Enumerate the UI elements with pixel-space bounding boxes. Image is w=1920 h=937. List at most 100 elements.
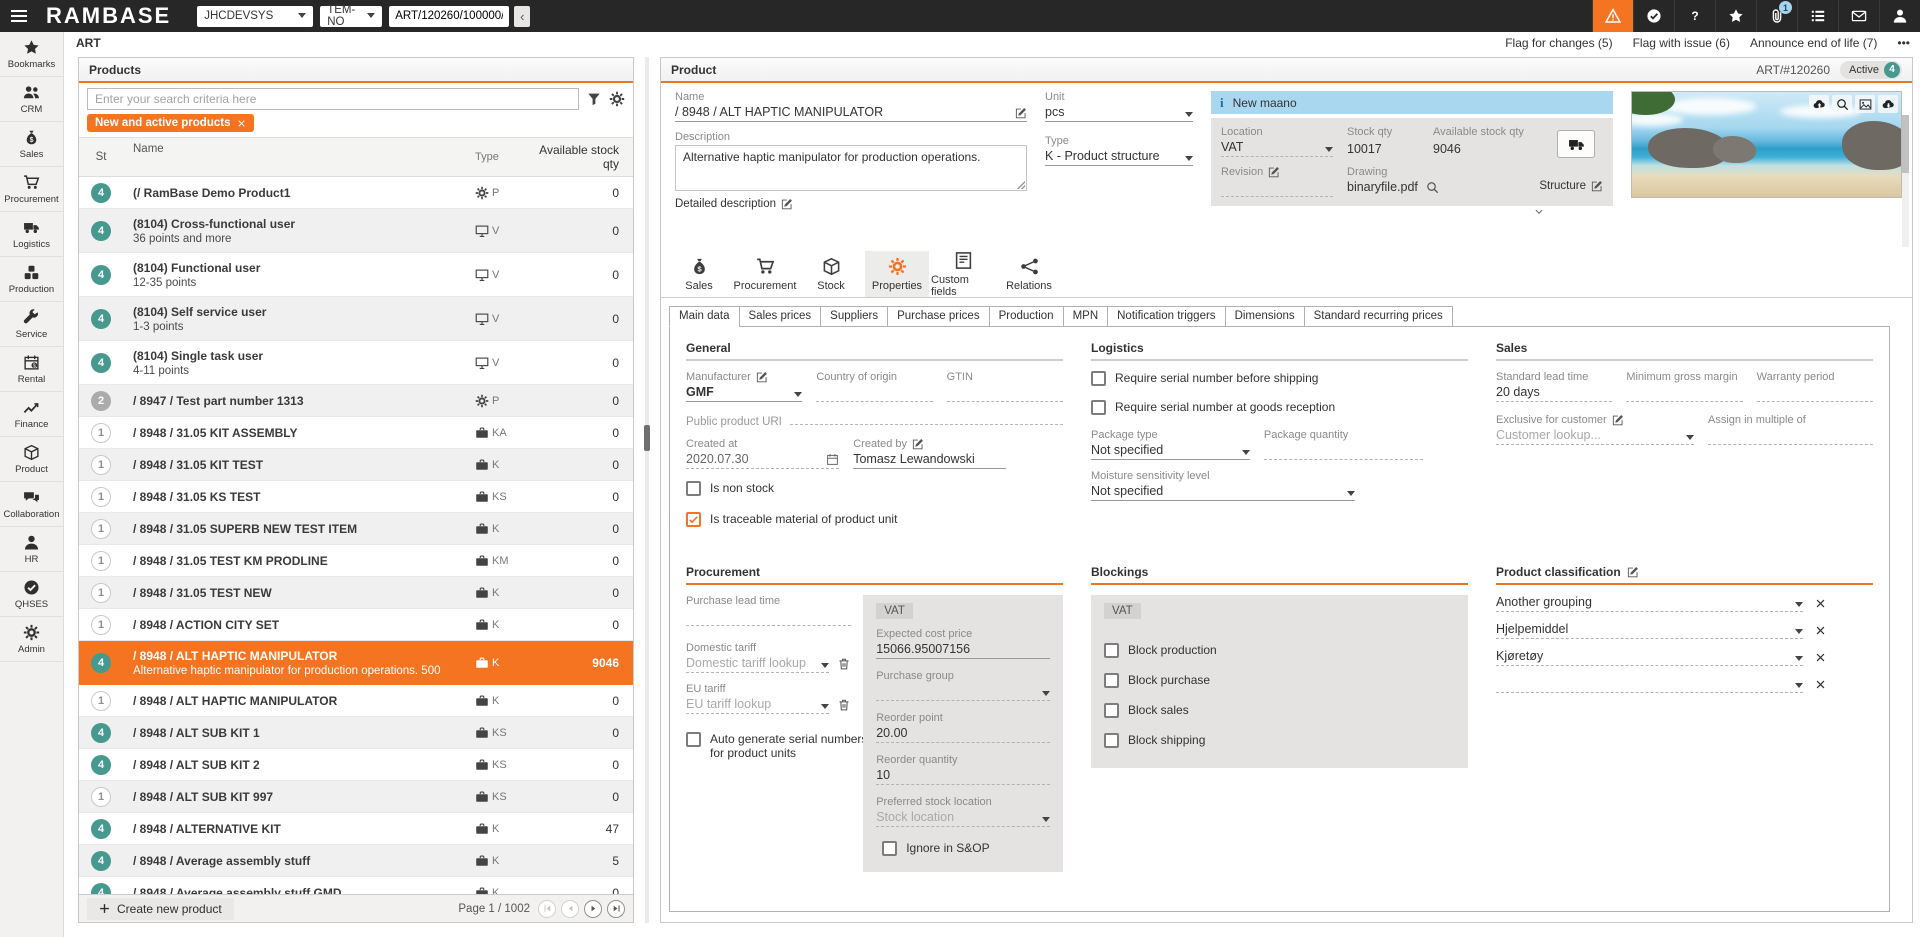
table-row[interactable]: 4/ 8948 / Average assembly stuffK5 [79, 845, 633, 877]
table-row[interactable]: 1/ 8948 / 31.05 TEST KM PRODLINEKM0 [79, 545, 633, 577]
unit-select[interactable]: pcs [1045, 105, 1193, 122]
search-icon[interactable] [1426, 181, 1439, 194]
description-input[interactable]: Alternative haptic manipulator for produ… [675, 145, 1027, 191]
table-row[interactable]: 4(/ RamBase Demo Product1P0 [79, 177, 633, 209]
table-row[interactable]: 1/ 8948 / ALT HAPTIC MANIPULATORK0 [79, 685, 633, 717]
table-row[interactable]: 4(8104) Single task user4-11 pointsV0 [79, 341, 633, 385]
package-quantity-field[interactable] [1264, 443, 1423, 460]
structure-link[interactable]: Structure [1539, 180, 1603, 192]
gtin-field[interactable] [947, 385, 1063, 402]
edit-icon[interactable] [1015, 107, 1027, 119]
subtab-mpn[interactable]: MPN [1063, 306, 1109, 327]
table-row[interactable]: 1/ 8948 / ALT SUB KIT 997KS0 [79, 781, 633, 813]
image-button[interactable] [1855, 95, 1875, 113]
subtab-standard-recurring-prices[interactable]: Standard recurring prices [1304, 306, 1453, 327]
sidebar-item-logistics[interactable]: Logistics [0, 212, 63, 257]
checkbox[interactable] [882, 841, 897, 856]
back-button[interactable]: ‹ [514, 6, 530, 27]
edit-icon[interactable] [1612, 414, 1624, 426]
tab-stock[interactable]: Stock [799, 251, 863, 297]
sidebar-item-qhses[interactable]: QHSES [0, 572, 63, 617]
table-row[interactable]: 1/ 8948 / 31.05 KS TESTKS0 [79, 481, 633, 513]
table-row[interactable]: 1/ 8948 / 31.05 TEST NEWK0 [79, 577, 633, 609]
subtab-purchase-prices[interactable]: Purchase prices [887, 306, 989, 327]
sidebar-item-product[interactable]: Product [0, 437, 63, 482]
checkbox[interactable] [1104, 703, 1119, 718]
resize-grip[interactable] [1017, 181, 1025, 189]
location-select[interactable]: VAT [1221, 140, 1333, 157]
checkbox[interactable] [1091, 371, 1106, 386]
minimum-gross-margin-field[interactable] [1626, 385, 1742, 402]
checkbox[interactable] [1104, 733, 1119, 748]
tab-relations[interactable]: Relations [997, 251, 1061, 297]
is-non-stock-checkbox[interactable]: Is non stock [686, 481, 1063, 496]
tab-sales[interactable]: $Sales [667, 251, 731, 297]
address-input[interactable] [389, 6, 509, 27]
subtab-suppliers[interactable]: Suppliers [820, 306, 888, 327]
check-circle-icon[interactable] [1633, 0, 1674, 32]
remove-icon[interactable] [1815, 625, 1826, 636]
header-action[interactable]: Flag with issue (6) [1633, 36, 1730, 50]
star-icon[interactable] [1715, 0, 1756, 32]
system-select[interactable]: JHCDEVSYS [197, 6, 313, 27]
sidebar-item-bookmarks[interactable]: Bookmarks [0, 32, 63, 77]
gear-icon[interactable] [609, 91, 625, 107]
classification-select[interactable] [1496, 676, 1803, 693]
table-row[interactable]: 4/ 8948 / ALT SUB KIT 2KS0 [79, 749, 633, 781]
table-row[interactable]: 4/ 8948 / Average assembly stuff GMDK0 [79, 877, 633, 894]
paperclip-icon[interactable]: 1 [1756, 0, 1797, 32]
purchase-group-select[interactable] [876, 684, 1050, 701]
assign-in-multiple-of-field[interactable] [1708, 428, 1873, 445]
cloud-down-button[interactable] [1878, 95, 1898, 113]
table-row[interactable]: 1/ 8948 / 31.05 SUPERB NEW TEST ITEMK0 [79, 513, 633, 545]
help-icon[interactable]: ? [1674, 0, 1715, 32]
table-row[interactable]: 2/ 8947 / Test part number 1313P0 [79, 385, 633, 417]
auto-generate-serials-checkbox[interactable]: Auto generate serial numbers for product… [686, 732, 876, 760]
moisture-level-select[interactable]: Not specified [1091, 484, 1355, 501]
preferred-stock-location-select[interactable]: Stock location [876, 810, 1050, 827]
user-icon[interactable] [1879, 0, 1920, 32]
sidebar-item-service[interactable]: Service [0, 302, 63, 347]
subtab-main-data[interactable]: Main data [669, 306, 740, 327]
block-sales-checkbox[interactable]: Block sales [1104, 703, 1455, 718]
block-purchase-checkbox[interactable]: Block purchase [1104, 673, 1455, 688]
tab-properties[interactable]: Properties [865, 251, 929, 297]
table-row[interactable]: 4(8104) Functional user12-35 pointsV0 [79, 253, 633, 297]
checkbox-checked[interactable] [686, 512, 701, 527]
eu-tariff-lookup[interactable]: EU tariff lookup [686, 697, 829, 714]
table-row[interactable]: 4/ 8948 / ALT HAPTIC MANIPULATORAlternat… [79, 641, 633, 685]
trash-icon[interactable] [837, 698, 851, 712]
sidebar-item-finance[interactable]: Finance [0, 392, 63, 437]
standard-lead-time-field[interactable]: 20 days [1496, 385, 1612, 402]
remove-icon[interactable] [1815, 652, 1826, 663]
sidebar-item-sales[interactable]: $Sales [0, 122, 63, 167]
subtab-production[interactable]: Production [989, 306, 1064, 327]
subtab-notification-triggers[interactable]: Notification triggers [1107, 306, 1225, 327]
sidebar-item-collaboration[interactable]: Collaboration [0, 482, 63, 527]
package-type-select[interactable]: Not specified [1091, 443, 1250, 460]
edit-icon[interactable] [1627, 566, 1639, 578]
cloud-up-button[interactable] [1809, 95, 1829, 113]
reorder-point-field[interactable]: 20.00 [876, 726, 1050, 743]
classification-select[interactable]: Hjelpemiddel [1496, 622, 1803, 639]
remove-icon[interactable] [1815, 679, 1826, 690]
header-action[interactable]: Announce end of life (7) [1750, 36, 1877, 50]
serial-before-shipping-checkbox[interactable]: Require serial number before shipping [1091, 371, 1468, 386]
close-icon[interactable] [237, 119, 246, 128]
filter-icon[interactable] [587, 92, 601, 106]
exclusive-for-customer-lookup[interactable]: Customer lookup... [1496, 428, 1694, 445]
domestic-tariff-lookup[interactable]: Domestic tariff lookup [686, 656, 829, 673]
edit-icon[interactable] [912, 438, 924, 450]
table-row[interactable]: 1/ 8948 / ACTION CITY SETK0 [79, 609, 633, 641]
checkbox[interactable] [1104, 673, 1119, 688]
environment-select[interactable]: TEM-NO [320, 6, 382, 27]
sidebar-item-crm[interactable]: CRM [0, 77, 63, 122]
panel-splitter[interactable] [645, 57, 649, 923]
checkbox[interactable] [686, 732, 701, 747]
alert-icon[interactable] [1592, 0, 1633, 32]
revision-field[interactable] [1221, 180, 1333, 197]
hamburger-menu-icon[interactable] [0, 0, 38, 32]
block-production-checkbox[interactable]: Block production [1104, 643, 1455, 658]
col-type[interactable]: Type [475, 143, 537, 171]
reorder-quantity-field[interactable]: 10 [876, 768, 1050, 785]
